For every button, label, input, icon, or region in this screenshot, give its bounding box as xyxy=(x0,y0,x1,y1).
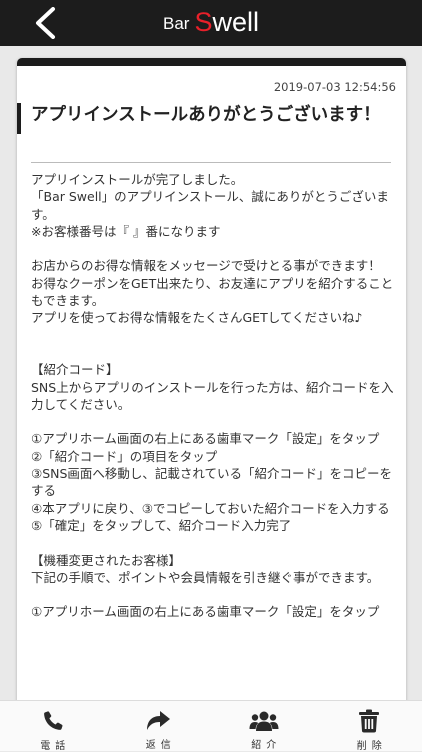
phone-icon xyxy=(41,709,65,733)
tab-introduce-label: 紹介 xyxy=(251,736,281,751)
app-logo: Bar Swell xyxy=(0,7,422,42)
message-title: アプリインストールありがとうございます！ xyxy=(17,103,406,153)
tab-reply[interactable]: 返信 xyxy=(106,701,212,751)
tab-introduce[interactable]: 紹介 xyxy=(211,701,317,751)
logo-text-bar: Bar xyxy=(163,14,189,33)
title-accent-bar xyxy=(17,103,21,134)
message-date: 2019-07-03 12:54:56 xyxy=(274,80,396,94)
tab-delete[interactable]: 削除 xyxy=(317,701,422,751)
trash-icon xyxy=(358,709,380,733)
message-card: 2019-07-03 12:54:56 アプリインストールありがとうございます！… xyxy=(17,58,406,702)
reply-icon xyxy=(145,710,171,732)
logo-text-s: S xyxy=(194,7,212,37)
title-divider xyxy=(31,162,391,163)
tab-reply-label: 返信 xyxy=(146,736,176,751)
app-header: Bar Swell xyxy=(0,0,422,46)
logo-text-well: well xyxy=(212,7,259,37)
bottom-toolbar: 電話 返信 紹介 xyxy=(0,700,422,751)
users-icon xyxy=(249,710,279,732)
message-body: アプリインストールが完了しました。 「Bar Swell」のアプリインストール、… xyxy=(31,171,394,621)
tab-phone[interactable]: 電話 xyxy=(0,701,106,751)
message-title-text: アプリインストールありがとうございます！ xyxy=(31,103,395,128)
